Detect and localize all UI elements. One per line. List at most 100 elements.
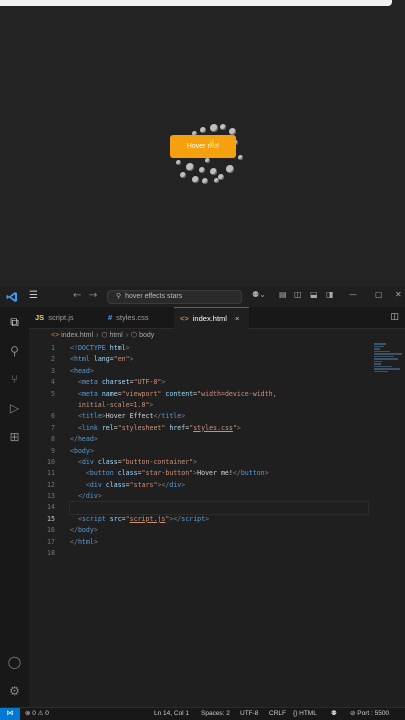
code-line: <title>Hover Effect</title>: [77, 412, 186, 421]
line-number: 17: [47, 537, 55, 546]
breadcrumb: <> index.html › ⬡ html › ⬡ body: [29, 329, 405, 343]
mouse-cursor-icon: ✋: [207, 139, 219, 149]
minimize-icon[interactable]: —: [349, 290, 357, 299]
layout-icon[interactable]: ▤: [279, 290, 287, 299]
line-number: 9: [51, 446, 55, 455]
language-mode[interactable]: {} HTML: [293, 708, 317, 720]
command-center-search[interactable]: ⚲ hover effects stars: [107, 290, 242, 304]
toggle-panel-icon[interactable]: ⬓: [310, 290, 318, 299]
close-window-icon[interactable]: ✕: [395, 290, 402, 299]
tab-label: styles.css: [116, 313, 149, 322]
editor-tabs: JS script.js # styles.css <> index.html × ◫: [29, 307, 405, 329]
tab-index-html[interactable]: <> index.html ×: [174, 307, 249, 329]
line-number-gutter: 1 2 3 4 5 6 7 8 9 10 11 12 13 14 15 16 17 18: [29, 343, 57, 559]
chevron-right-icon: ›: [125, 332, 129, 339]
toggle-secondary-sidebar-icon[interactable]: ◨: [326, 290, 334, 299]
preview-top-bar: [0, 0, 392, 6]
search-sidebar-icon[interactable]: ⚲: [7, 344, 22, 359]
code-line: <meta charset="UTF-8">: [77, 378, 166, 387]
element-icon: ⬡: [101, 332, 108, 339]
line-number: 13: [47, 492, 55, 501]
breadcrumb-file[interactable]: index.html: [61, 332, 93, 339]
extensions-icon[interactable]: ⊞: [7, 430, 22, 445]
cursor-position[interactable]: Ln 14, Col 1: [154, 708, 189, 720]
breadcrumb-html[interactable]: html: [109, 332, 122, 339]
split-editor-icon[interactable]: ◫: [390, 312, 399, 322]
maximize-icon[interactable]: ▢: [375, 290, 383, 299]
line-number: 10: [47, 457, 55, 466]
line-number: 15: [47, 514, 55, 523]
line-number: 4: [51, 378, 55, 387]
star-particle: [202, 178, 208, 184]
code-line: <body>: [70, 446, 94, 455]
title-bar: ☰ ← → ⚲ hover effects stars ⚉⌄ ▤ ◫ ⬓ ◨ — …: [0, 287, 405, 307]
line-number: 16: [47, 526, 55, 535]
breadcrumb-body[interactable]: body: [139, 332, 154, 339]
js-file-icon: JS: [35, 313, 45, 322]
tab-styles-css[interactable]: # styles.css: [102, 307, 172, 329]
status-bar: ⋈ ⊗ 0 ⚠ 0 Ln 14, Col 1 Spaces: 2 UTF-8 C…: [0, 707, 405, 720]
star-particle: [214, 178, 219, 183]
code-line: <html lang="en">: [70, 355, 134, 364]
code-line: <script src="script.js"></script>: [77, 514, 210, 523]
star-particle: [210, 168, 217, 175]
css-file-icon: #: [108, 313, 113, 322]
close-tab-icon[interactable]: ×: [235, 314, 239, 323]
code-line: <div class="stars"></div>: [85, 480, 186, 489]
account-icon[interactable]: ◯: [7, 655, 22, 670]
copilot-status-icon[interactable]: ⚉: [331, 708, 337, 720]
source-control-icon[interactable]: ⑂: [7, 372, 22, 387]
tab-label: index.html: [192, 314, 227, 323]
line-ending[interactable]: CRLF: [269, 708, 286, 720]
star-particle: [199, 167, 205, 173]
browser-preview: Hover me! ✋: [0, 0, 405, 287]
hamburger-menu-icon[interactable]: ☰: [29, 290, 38, 301]
code-line: </head>: [70, 435, 98, 444]
code-line: <link rel="stylesheet" href="styles.css"…: [77, 423, 241, 432]
settings-gear-icon[interactable]: ⚙: [7, 684, 22, 699]
line-number: 8: [51, 435, 55, 444]
problems-indicator[interactable]: ⊗ 0 ⚠ 0: [25, 708, 49, 720]
code-line: <button class="star-button">Hover me!</b…: [85, 469, 269, 478]
tab-label: script.js: [48, 313, 74, 322]
line-number: 3: [51, 366, 55, 375]
toggle-sidebar-icon[interactable]: ◫: [294, 290, 302, 299]
explorer-icon[interactable]: ⧉: [7, 315, 22, 330]
encoding[interactable]: UTF-8: [240, 708, 258, 720]
tab-script-js[interactable]: JS script.js: [29, 307, 99, 329]
star-particle: [226, 165, 234, 173]
minimap[interactable]: [374, 343, 404, 383]
star-particle: [218, 174, 224, 180]
forward-arrow-icon[interactable]: →: [89, 290, 97, 301]
back-arrow-icon[interactable]: ←: [73, 290, 81, 301]
line-number: 1: [51, 344, 55, 352]
run-debug-icon[interactable]: ▷: [7, 401, 22, 416]
vscode-window: ☰ ← → ⚲ hover effects stars ⚉⌄ ▤ ◫ ⬓ ◨ — …: [0, 287, 405, 720]
code-editor[interactable]: 1 2 3 4 5 6 7 8 9 10 11 12 13 14 15 16 17 18 <!DOCTYPE ht…: [29, 343, 405, 707]
star-particle: [192, 176, 199, 183]
code-line: <!DOCTYPE html>: [70, 344, 130, 352]
search-text: hover effects stars: [125, 293, 183, 300]
line-number: [29, 400, 57, 411]
star-particle: [200, 127, 206, 133]
code-line-current: [69, 501, 369, 515]
indentation[interactable]: Spaces: 2: [201, 708, 230, 720]
html-file-icon: <>: [51, 332, 60, 339]
star-particle: [229, 128, 236, 135]
star-button[interactable]: Hover me!: [170, 135, 236, 158]
code-line: <head>: [70, 366, 94, 375]
line-number: 18: [47, 549, 55, 558]
line-number: 5: [51, 389, 55, 398]
live-server-port[interactable]: ⊘ Port : 5500: [350, 708, 389, 720]
line-number: 11: [47, 469, 55, 478]
star-particle: [205, 158, 210, 163]
code-line: <meta name="viewport" content="width=dev…: [77, 389, 277, 398]
copilot-icon[interactable]: ⚉⌄: [252, 290, 266, 299]
star-particle: [220, 124, 226, 130]
line-number: 7: [51, 423, 55, 432]
code-line: <div class="button-container">: [77, 457, 198, 466]
remote-indicator-icon[interactable]: ⋈: [0, 708, 20, 720]
star-particle: [176, 160, 181, 165]
line-number: 12: [47, 480, 55, 489]
